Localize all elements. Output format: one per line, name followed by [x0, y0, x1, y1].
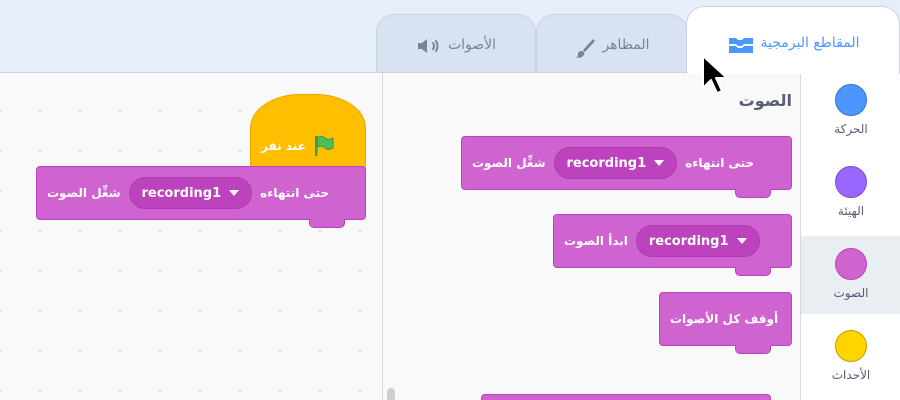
palette-start-sound-block[interactable]: ابدأ الصوت recording1 — [553, 214, 792, 276]
palette-play-sound-until-done-block[interactable]: شغِّل الصوت recording1 حتى انتهاءه — [461, 136, 792, 198]
category-events-dot — [835, 330, 867, 362]
chevron-down-icon — [654, 160, 665, 166]
workspace-play-sound-until-done-block[interactable]: شغِّل الصوت recording1 حتى انتهاءه — [36, 166, 366, 228]
category-events-label: الأحداث — [831, 368, 871, 382]
chevron-down-icon — [736, 238, 747, 244]
block-text-start: شغِّل الصوت — [47, 186, 121, 200]
category-events[interactable]: الأحداث — [801, 318, 900, 396]
tab-sounds-label: الأصوات — [447, 37, 497, 53]
when-flag-clicked-block[interactable]: عند نقر — [250, 94, 366, 172]
tab-costumes[interactable]: المظاهر — [536, 14, 688, 74]
category-looks[interactable]: الهيئة — [801, 154, 900, 232]
category-motion-dot — [835, 84, 867, 116]
sound-dropdown[interactable]: recording1 — [635, 225, 760, 257]
palette-next-block-partial[interactable] — [481, 394, 771, 400]
palette-stop-all-sounds-block[interactable]: أوقف كل الأصوات — [659, 292, 792, 354]
sound-dropdown-value: recording1 — [566, 155, 647, 171]
category-sound-dot — [835, 248, 867, 280]
editor-tab-bar: الأصوات المظاهر المقاطع البرمجية — [0, 0, 900, 74]
tab-sounds[interactable]: الأصوات — [376, 14, 536, 74]
category-motion[interactable]: الحركة — [801, 72, 900, 150]
speaker-icon — [416, 37, 442, 55]
sound-dropdown[interactable]: recording1 — [553, 147, 678, 179]
sound-dropdown-value: recording1 — [648, 233, 729, 249]
tab-costumes-label: المظاهر — [602, 37, 650, 53]
category-motion-label: الحركة — [834, 122, 868, 136]
block-text-start: شغِّل الصوت — [472, 156, 546, 170]
tab-code[interactable]: المقاطع البرمجية — [686, 6, 900, 74]
block-notch — [735, 345, 771, 354]
block-notch — [735, 189, 771, 198]
block-text-end: حتى انتهاءه — [260, 186, 330, 200]
block-text: ابدأ الصوت — [564, 234, 628, 248]
category-menu: الحركة الهيئة الصوت الأحداث — [800, 72, 900, 400]
category-looks-label: الهيئة — [837, 204, 865, 218]
category-sound[interactable]: الصوت — [801, 236, 900, 314]
category-sound-label: الصوت — [833, 286, 869, 300]
code-blocks-icon — [727, 35, 755, 55]
block-notch — [309, 219, 345, 228]
sound-dropdown[interactable]: recording1 — [128, 177, 253, 209]
block-text-end: حتى انتهاءه — [685, 156, 755, 170]
palette-category-heading: الصوت — [738, 91, 792, 110]
tab-code-label: المقاطع البرمجية — [760, 35, 860, 51]
hat-block-label: عند نقر — [261, 139, 306, 153]
category-looks-dot — [835, 166, 867, 198]
sound-dropdown-value: recording1 — [141, 185, 222, 201]
chevron-down-icon — [229, 190, 240, 196]
block-notch — [735, 267, 771, 276]
paintbrush-icon — [574, 37, 596, 59]
green-flag-icon — [312, 134, 336, 158]
block-text: أوقف كل الأصوات — [670, 312, 779, 326]
palette-scrollbar[interactable] — [387, 388, 395, 400]
